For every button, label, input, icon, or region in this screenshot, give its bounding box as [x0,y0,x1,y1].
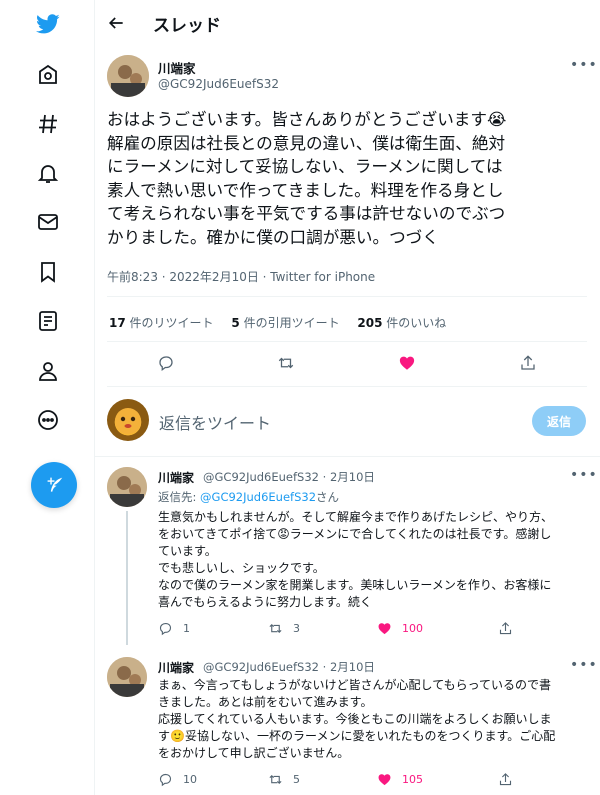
share-button[interactable] [519,354,537,372]
retweet-button[interactable]: 3 [268,621,300,636]
like-button[interactable]: 100 [377,621,423,636]
divider [95,456,600,457]
tweet-more-button[interactable]: ••• [570,657,598,673]
heart-filled-icon [399,356,415,370]
lists-icon[interactable] [28,301,68,341]
tweet-actions: 1 3 100 [158,621,578,641]
share-button[interactable] [498,772,513,787]
tweet-actions [95,350,600,380]
explore-icon[interactable] [28,104,68,144]
retweet-icon [278,357,294,369]
retweet-button[interactable] [277,354,295,372]
author-handle[interactable]: @GC92Jud6EuefS32 [158,77,279,91]
reply-icon [159,622,172,636]
handle-and-date[interactable]: @GC92Jud6EuefS32 · 2月10日 [203,659,375,675]
reply-icon [159,356,173,372]
reply-icon [159,773,172,787]
quote-count[interactable]: 5 件の引用ツイート [231,316,339,330]
notifications-icon[interactable] [28,153,68,193]
retweet-button[interactable]: 5 [268,772,300,787]
sidebar-nav [0,0,95,795]
retweet-count[interactable]: 17 件のリツイート [109,316,214,330]
thread-line [126,511,128,645]
handle-and-date[interactable]: @GC92Jud6EuefS32 · 2月10日 [203,469,375,485]
arrow-left-icon [108,17,123,29]
divider [107,296,587,297]
tweet-text: 生意気かもしれませんが。そして解雇今まで作りあげたレシピ、やり方、 をおいてきて… [158,510,554,609]
tweet-timestamp[interactable]: 午前8:23 · 2022年2月10日 · Twitter for iPhone [107,268,375,285]
page-title: スレッド [153,16,221,36]
divider [107,386,587,387]
mention-link[interactable]: @GC92Jud6EuefS32 [200,490,316,504]
share-button[interactable] [498,621,513,636]
home-icon[interactable] [28,55,68,95]
tweet-more-button[interactable]: ••• [570,467,598,483]
reply-button[interactable] [157,354,175,372]
retweet-count: 5 [293,773,300,786]
back-button[interactable] [103,10,129,36]
replying-to: 返信先: @GC92Jud6EuefS32さん [158,490,340,504]
reply-tweet[interactable]: 川端家 @GC92Jud6EuefS32 · 2月10日 ••• 返信先: @G… [95,463,600,649]
retweet-icon [269,623,282,634]
more-icon[interactable] [28,400,68,440]
author-name[interactable]: 川端家 [158,659,194,676]
share-icon [499,622,512,635]
page-header: スレッド [95,0,600,46]
heart-filled-icon [378,623,391,635]
tweet-text: まぁ、今言ってもしょうがないけど皆さんが心配してもらっているので書 きました。あ… [158,678,556,760]
like-count: 105 [402,773,423,786]
share-icon [499,773,512,786]
author-avatar[interactable] [107,55,149,97]
compose-icon [47,477,63,492]
like-button[interactable] [398,354,416,372]
like-button[interactable]: 105 [377,772,423,787]
author-name[interactable]: 川端家 [158,469,194,486]
share-icon [521,355,535,370]
like-count[interactable]: 205 件のいいね [357,316,446,330]
messages-icon[interactable] [28,202,68,242]
tweet-text: おはようございます。皆さんありがとうございます😭 解雇の原因は社長との意見の違い… [107,110,507,247]
reply-button[interactable]: 10 [158,772,197,787]
tweet-stats: 17 件のリツイート 5 件の引用ツイート 205 件のいいね [109,314,460,331]
reply-button[interactable]: 1 [158,621,190,636]
retweet-count: 3 [293,622,300,635]
tweet-actions: 10 5 105 [158,772,578,792]
author-name[interactable]: 川端家 [158,58,196,77]
bookmarks-icon[interactable] [28,252,68,292]
compose-tweet-button[interactable] [31,462,77,508]
reply-count: 1 [183,622,190,635]
main-column: スレッド 川端家 @GC92Jud6EuefS32 ••• おはようございます。… [95,0,600,795]
reply-input[interactable]: 返信をツイート [159,410,271,434]
current-user-avatar[interactable] [107,399,149,441]
like-count: 100 [402,622,423,635]
author-avatar[interactable] [107,657,147,697]
twitter-logo-icon[interactable] [28,4,68,44]
reply-tweet[interactable]: 川端家 @GC92Jud6EuefS32 · 2月10日 ••• まぁ、今言って… [95,653,600,795]
heart-filled-icon [378,774,391,786]
reply-submit-button[interactable]: 返信 [532,406,586,436]
divider [107,341,587,342]
reply-count: 10 [183,773,197,786]
author-avatar[interactable] [107,467,147,507]
tweet-more-button[interactable]: ••• [570,57,598,73]
profile-icon[interactable] [28,351,68,391]
retweet-icon [269,774,282,785]
